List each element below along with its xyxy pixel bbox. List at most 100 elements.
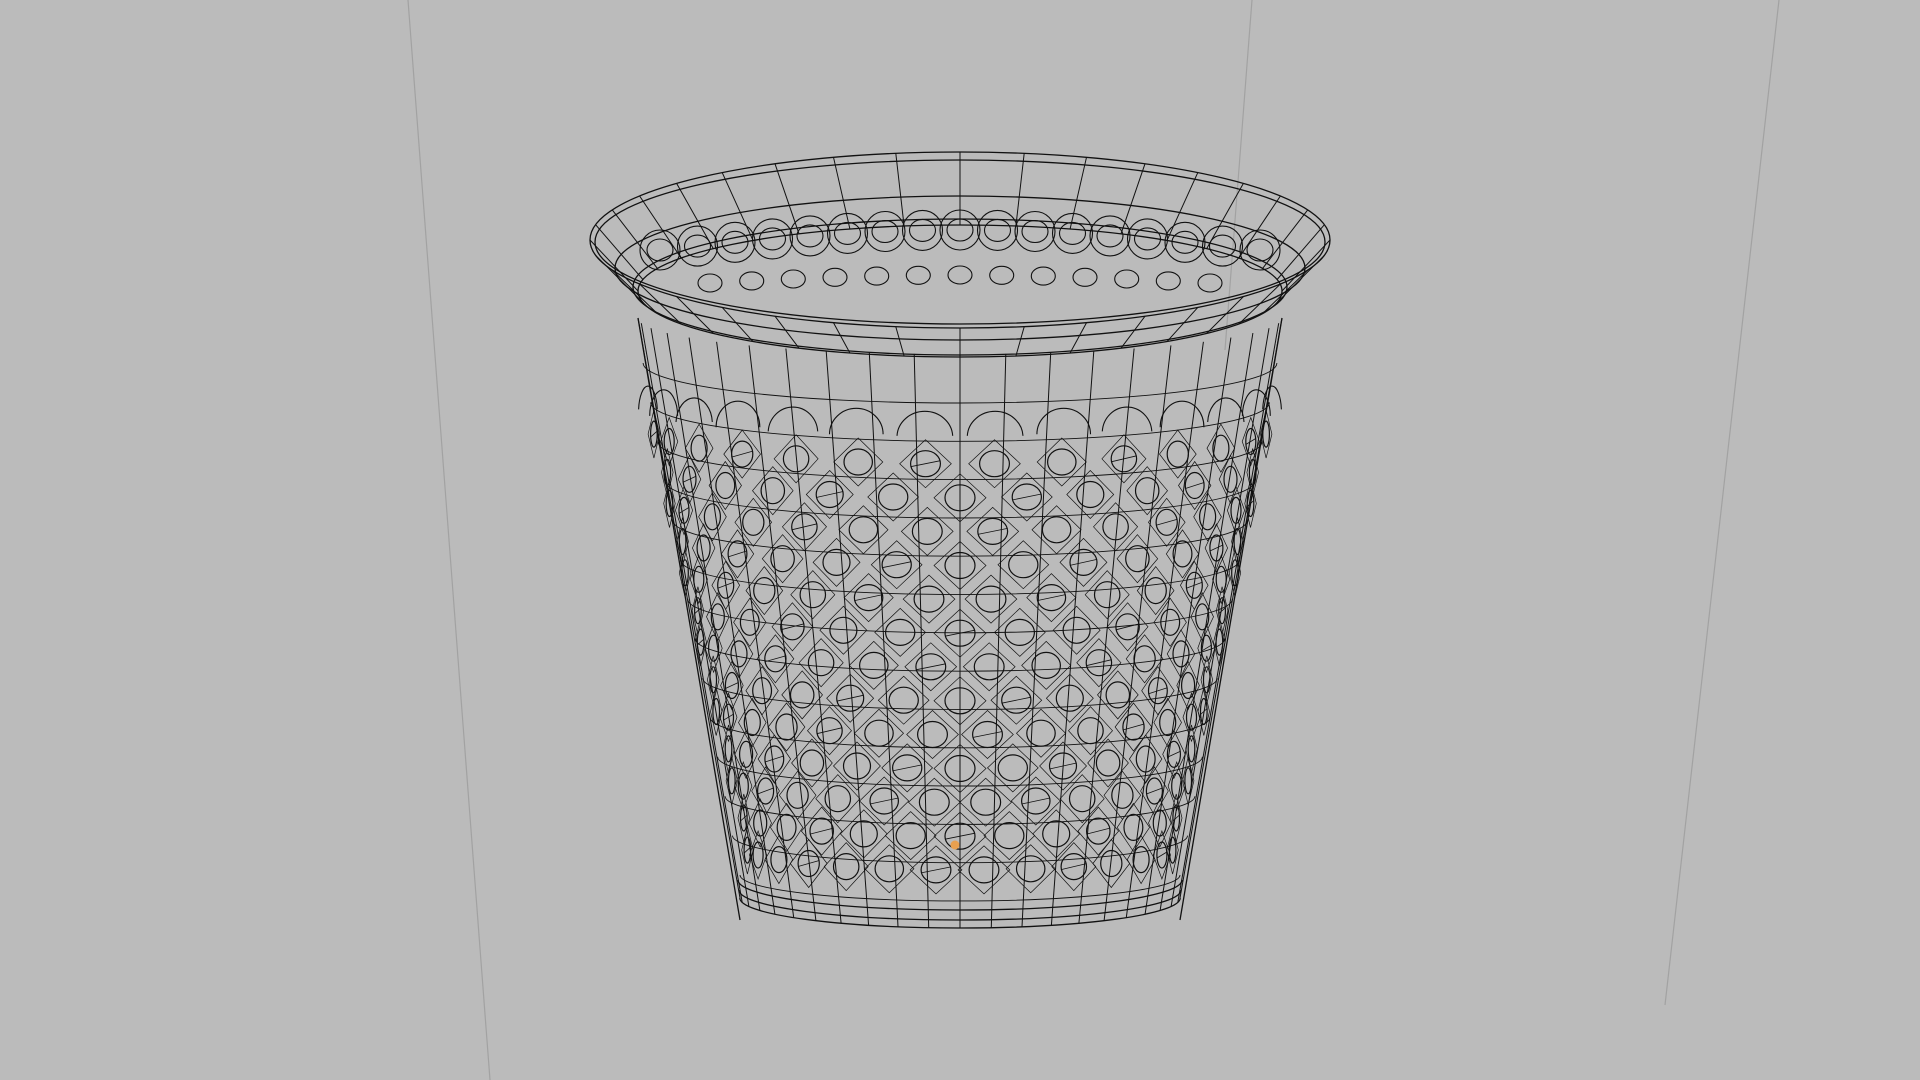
hole-inner-edge	[1012, 493, 1042, 501]
mesh-lattice	[864, 844, 915, 894]
inner-scallop	[901, 209, 944, 251]
mesh-hole	[895, 821, 926, 850]
hole-inner-edge	[854, 594, 883, 601]
inner-hole	[1114, 269, 1140, 289]
rim-segment	[833, 157, 851, 230]
hole-inner-edge	[678, 507, 690, 514]
mesh-hole	[753, 576, 776, 605]
inner-scallop	[1239, 229, 1281, 271]
mesh-hole	[715, 471, 736, 500]
mesh-hole	[1076, 480, 1105, 509]
hole-inner-edge	[764, 655, 787, 663]
mesh-hole	[752, 841, 764, 869]
mesh-lattice	[853, 708, 905, 758]
mesh-lattice	[698, 492, 727, 542]
hole-inner-edge	[1069, 559, 1098, 566]
hole-inner-edge	[972, 731, 1003, 738]
mesh-lattice	[968, 439, 1021, 489]
body-scallop	[675, 397, 713, 423]
rim-segment	[1069, 322, 1087, 354]
mesh-lattice	[900, 506, 954, 556]
3d-viewport[interactable]	[0, 0, 1920, 1080]
inner-scallop	[1089, 215, 1131, 257]
mesh-lattice	[1153, 697, 1182, 748]
inner-hole	[822, 267, 848, 287]
hole-inner-edge	[1148, 687, 1168, 695]
inner-scallop	[639, 229, 681, 271]
mesh-lattice	[964, 574, 1018, 624]
mesh-hole	[916, 720, 948, 749]
body-vertical-edge	[1170, 328, 1270, 907]
mesh-hole	[975, 585, 1007, 613]
wireframe-basket-mesh[interactable]	[589, 151, 1331, 929]
mesh-lattice	[839, 809, 888, 859]
hole-inner-edge	[816, 727, 843, 735]
hole-inner-edge	[977, 528, 1008, 535]
inner-hole	[905, 265, 931, 285]
hole-inner-edge	[921, 866, 952, 874]
mesh-hole	[1132, 845, 1150, 874]
mesh-lattice	[761, 534, 804, 584]
hole-inner-edge	[728, 550, 748, 558]
mesh-hole	[693, 565, 705, 593]
mesh-hole	[1047, 448, 1077, 476]
mesh-hole	[742, 508, 765, 536]
mesh-hole	[874, 855, 905, 883]
mesh-hole	[1041, 516, 1072, 544]
mesh-hole	[1187, 735, 1196, 763]
mesh-lattice	[769, 802, 804, 853]
body-scallop	[1036, 407, 1092, 435]
inner-hole	[780, 269, 806, 289]
mesh-hole	[1077, 717, 1104, 745]
mesh-hole	[1015, 855, 1046, 883]
mesh-hole	[727, 767, 736, 795]
mesh-hole	[1215, 565, 1227, 593]
mesh-hole	[1144, 576, 1167, 605]
rim-segment	[639, 283, 682, 325]
mesh-hole	[1180, 671, 1196, 700]
hole-inner-edge	[1037, 594, 1066, 601]
rim-segment	[1166, 172, 1199, 241]
hole-inner-edge	[1155, 518, 1178, 526]
body-vertical-edge	[1159, 333, 1254, 911]
hole-inner-edge	[915, 663, 946, 671]
hole-inner-edge	[1209, 544, 1224, 552]
inner-hole	[1021, 219, 1049, 244]
mesh-lattice	[848, 640, 899, 690]
mesh-hole	[1134, 477, 1160, 505]
viewport-canvas[interactable]	[0, 0, 1920, 1080]
mesh-hole	[1172, 540, 1193, 568]
mesh-hole	[1184, 767, 1193, 795]
mesh-lattice	[798, 638, 844, 688]
mesh-lattice	[1032, 809, 1081, 859]
body-vertical-edge	[666, 333, 761, 911]
mesh-lattice	[1005, 844, 1056, 894]
inner-hole	[1030, 266, 1056, 286]
rim-segment	[833, 322, 851, 354]
mesh-hole	[858, 651, 889, 680]
inner-scallop	[1014, 210, 1056, 253]
hole-inner-edge	[1086, 659, 1112, 667]
mesh-hole	[703, 503, 722, 531]
hole-inner-edge	[1086, 827, 1111, 835]
object-origin-marker[interactable]	[950, 840, 960, 850]
mesh-hole	[775, 713, 798, 741]
mesh-lattice	[1206, 423, 1236, 473]
hole-inner-edge	[892, 764, 922, 772]
inner-hole	[739, 271, 765, 291]
mesh-hole	[799, 749, 825, 777]
hole-inner-edge	[1061, 863, 1087, 870]
body-vertical-edge	[868, 352, 899, 927]
body-scallop	[828, 407, 884, 435]
mesh-lattice	[767, 702, 806, 752]
mesh-hole	[1230, 496, 1242, 524]
hole-inner-edge	[1001, 696, 1032, 704]
hole-inner-edge	[757, 787, 774, 795]
hole-inner-edge	[816, 491, 844, 498]
mesh-hole	[770, 545, 795, 573]
mesh-hole	[1198, 503, 1217, 531]
hole-inner-edge	[1146, 787, 1163, 795]
inner-hole	[1072, 267, 1098, 287]
mesh-hole	[1215, 628, 1224, 656]
guide-line	[407, 0, 491, 1080]
